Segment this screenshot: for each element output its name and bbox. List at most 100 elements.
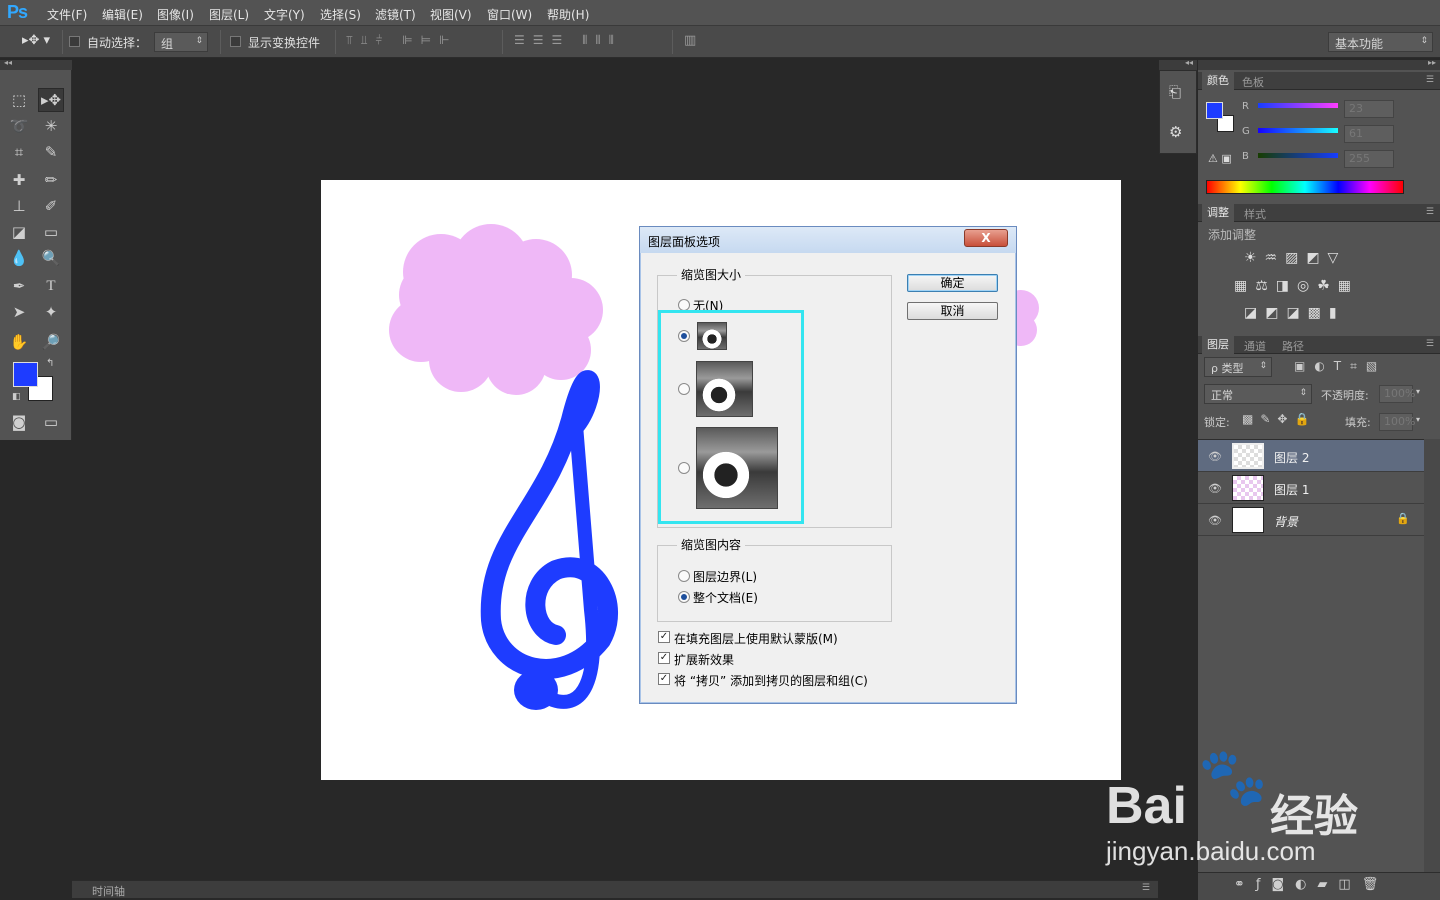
menu-window[interactable]: 窗口(W) [487, 6, 532, 23]
marquee-tool-icon[interactable]: ⬚ [6, 88, 32, 112]
layer-row[interactable]: 👁 图层 1 [1198, 472, 1424, 504]
layer-thumbnail [1232, 443, 1264, 469]
panel-menu-icon[interactable]: ☰ [1426, 75, 1434, 85]
warning-icon[interactable]: ⚠ ▣ [1208, 152, 1232, 165]
dodge-tool-icon[interactable]: 🔍 [38, 246, 64, 270]
timeline-tab[interactable]: 时间轴 [92, 883, 125, 899]
clone-stamp-tool-icon[interactable]: ⊥ [6, 194, 32, 218]
menu-edit[interactable]: 编辑(E) [102, 6, 143, 23]
align-icons[interactable]: ⫪⫫⫩ ⊫⊨⊩ [346, 33, 458, 48]
tab-swatches[interactable]: 色板 [1242, 74, 1264, 90]
close-icon[interactable]: X [964, 229, 1008, 247]
pen-tool-icon[interactable]: ✒ [6, 274, 32, 298]
layer-action-icons[interactable]: ⚭ƒ◙◐▰◫🗑 [1234, 877, 1389, 892]
swap-colors-icon[interactable]: ↰ [46, 358, 54, 369]
expand-effects-checkbox[interactable]: ✓ [658, 652, 670, 664]
quick-mask-icon[interactable]: ◙ [6, 410, 32, 434]
channel-b-value[interactable]: 255 [1344, 150, 1394, 168]
auto-select-dropdown[interactable]: 组 ⇕ [154, 32, 208, 52]
menu-image[interactable]: 图像(I) [157, 6, 194, 23]
visibility-eye-icon[interactable]: 👁 [1208, 450, 1222, 463]
fg-swatch[interactable] [1206, 102, 1223, 119]
tab-adjustments[interactable]: 调整 [1202, 204, 1234, 222]
channel-r-slider[interactable] [1258, 103, 1338, 108]
menu-help[interactable]: 帮助(H) [547, 6, 589, 23]
panel-menu-icon[interactable]: ☰ [1142, 883, 1150, 893]
collapse-icon[interactable]: ◂◂ [4, 58, 12, 67]
adjustment-icons-row2[interactable]: ▦⚖◨◎☘▦ [1234, 278, 1359, 294]
layer-filter-dropdown[interactable]: ρ 类型 ⇕ [1204, 357, 1272, 377]
screen-mode-icon[interactable]: ▭ [38, 410, 64, 434]
tab-layers[interactable]: 图层 [1202, 336, 1234, 354]
layer-row[interactable]: 👁 背景 🔒 [1198, 504, 1424, 536]
fill-field[interactable]: 100% [1379, 413, 1415, 431]
menu-layer[interactable]: 图层(L) [209, 6, 249, 23]
crop-tool-icon[interactable]: ⌗ [6, 140, 32, 164]
tab-color[interactable]: 颜色 [1202, 72, 1234, 90]
adjustment-icons-row3[interactable]: ◪◩◪▩▮ [1244, 305, 1345, 321]
auto-align-icon[interactable]: ▥ [684, 33, 696, 48]
tab-paths[interactable]: 路径 [1282, 338, 1304, 354]
healing-brush-tool-icon[interactable]: ✚ [6, 168, 32, 192]
menu-select[interactable]: 选择(S) [320, 6, 361, 23]
properties-icon[interactable]: ⚙ [1169, 123, 1182, 141]
opacity-field[interactable]: 100% [1379, 385, 1415, 403]
blur-tool-icon[interactable]: 💧 [6, 246, 32, 270]
workspace-dropdown[interactable]: 基本功能 ⇕ [1328, 32, 1433, 52]
panel-menu-icon[interactable]: ☰ [1426, 207, 1434, 217]
zoom-tool-icon[interactable]: 🔎 [38, 330, 64, 354]
show-transform-checkbox[interactable] [230, 36, 241, 47]
channel-g-value[interactable]: 61 [1344, 125, 1394, 143]
eraser-tool-icon[interactable]: ◪ [6, 220, 32, 244]
lock-icons[interactable]: ▩✎✥🔒 [1242, 412, 1316, 426]
channel-r-value[interactable]: 23 [1344, 100, 1394, 118]
eyedropper-tool-icon[interactable]: ✎ [38, 140, 64, 164]
brush-tool-icon[interactable]: ✏ [38, 168, 64, 192]
type-tool-icon[interactable]: T [38, 274, 64, 298]
layer-row[interactable]: 👁 图层 2 [1198, 440, 1424, 472]
gradient-tool-icon[interactable]: ▭ [38, 220, 64, 244]
distribute-icons[interactable]: ☰☰☰ ⦀⦀⦀ [514, 33, 622, 48]
tab-channels[interactable]: 通道 [1244, 338, 1266, 354]
visibility-eye-icon[interactable]: 👁 [1208, 482, 1222, 495]
default-colors-icon[interactable]: ◧ [12, 392, 21, 402]
tab-styles[interactable]: 样式 [1244, 206, 1266, 222]
entire-document-radio[interactable] [678, 591, 690, 603]
foreground-color-swatch[interactable] [13, 362, 38, 387]
layer-bounds-radio[interactable] [678, 570, 690, 582]
adjustment-icons-row1[interactable]: ☀♒▨◩▽ [1244, 250, 1346, 266]
color-spectrum[interactable] [1206, 180, 1404, 194]
shape-tool-icon[interactable]: ✦ [38, 300, 64, 324]
visibility-eye-icon[interactable]: 👁 [1208, 514, 1222, 527]
menu-filter[interactable]: 滤镜(T) [375, 6, 416, 23]
path-selection-tool-icon[interactable]: ➤ [6, 300, 32, 324]
blend-mode-dropdown[interactable]: 正常 ⇕ [1204, 384, 1312, 404]
layers-scrollbar[interactable] [1424, 439, 1440, 879]
history-icon[interactable]: ⎗ [1169, 83, 1181, 101]
channel-g-slider[interactable] [1258, 128, 1338, 133]
menu-type[interactable]: 文字(Y) [264, 6, 305, 23]
expand-icon[interactable]: ▸▸ [1428, 58, 1436, 67]
thumb-medium-radio[interactable] [678, 383, 690, 395]
lasso-tool-icon[interactable]: ➰ [6, 114, 32, 138]
menu-file[interactable]: 文件(F) [47, 6, 87, 23]
cancel-button[interactable]: 取消 [907, 302, 998, 320]
auto-select-checkbox[interactable] [69, 36, 80, 47]
move-tool-icon[interactable]: ▸✥ [38, 88, 64, 112]
history-brush-tool-icon[interactable]: ✐ [38, 194, 64, 218]
layer-filter-icons[interactable]: ▣◐T⌗▧ [1294, 359, 1386, 374]
ok-button[interactable]: 确定 [907, 274, 998, 292]
dropdown-arrow-icon[interactable]: ▾ [1416, 387, 1420, 396]
thumb-large-radio[interactable] [678, 462, 690, 474]
panel-menu-icon[interactable]: ☰ [1426, 339, 1434, 349]
dropdown-arrow-icon[interactable]: ▾ [1416, 415, 1420, 424]
collapse-icon[interactable]: ◂◂ [1185, 58, 1193, 67]
menu-view[interactable]: 视图(V) [430, 6, 472, 23]
hand-tool-icon[interactable]: ✋ [6, 330, 32, 354]
magic-wand-tool-icon[interactable]: ✳ [38, 114, 64, 138]
move-tool-icon[interactable]: ▸✥ ▾ [22, 33, 50, 48]
add-copy-checkbox[interactable]: ✓ [658, 673, 670, 685]
channel-b-slider[interactable] [1258, 153, 1338, 158]
thumb-small-radio[interactable] [678, 330, 690, 342]
default-mask-checkbox[interactable]: ✓ [658, 631, 670, 643]
